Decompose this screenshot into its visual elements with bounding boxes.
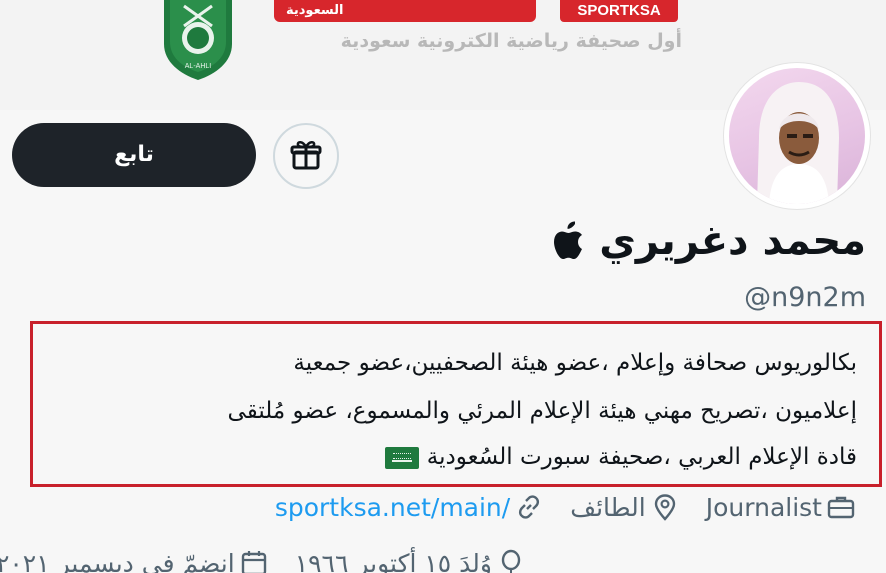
bio-line-1: بكالوريوس صحافة وإعلام ،عضو هيئة الصحفيي…: [293, 350, 857, 376]
club-logo-text: AL-AHLI: [185, 63, 212, 70]
profile-page: AL-AHLI السعودية SPORTKSA أول صحيفة رياض…: [0, 0, 886, 573]
balloon-icon: [501, 549, 521, 573]
gift-icon: [290, 141, 322, 170]
follow-button[interactable]: تابع: [12, 123, 256, 187]
bio-highlight-box: بكالوريوس صحافة وإعلام ،عضو هيئة الصحفيي…: [30, 321, 882, 487]
gift-button[interactable]: [273, 123, 339, 189]
avatar[interactable]: [724, 63, 870, 209]
category-item: Journalist: [706, 492, 856, 522]
website-link[interactable]: sportksa.net/main/: [275, 493, 510, 522]
brand-latin: SPORTKSA: [560, 0, 678, 22]
bio-line-2: إعلاميون ،تصريح مهني هيئة الإعلام المرئي…: [227, 398, 857, 424]
calendar-icon: [241, 551, 266, 573]
name-row: محمد دغريري: [551, 218, 866, 264]
brand-arabic: السعودية: [286, 3, 344, 18]
birthday-item: وُلدَ ١٥ أكتوبر ١٩٦٦: [295, 548, 526, 573]
display-name: محمد دغريري: [599, 218, 866, 264]
profile-dates-row: وُلدَ ١٥ أكتوبر ١٩٦٦ انضمّ في ديسمبر ٢٠٢…: [0, 548, 526, 573]
location-pin-icon: [654, 494, 675, 521]
birthday-text: وُلدَ ١٥ أكتوبر ١٩٦٦: [294, 548, 492, 573]
bio-line-3: قادة الإعلام العربي ،صحيفة سبورت السُعود…: [426, 444, 857, 470]
club-logo: AL-AHLI: [164, 0, 232, 80]
link-icon: [519, 495, 540, 519]
joined-text: انضمّ في ديسمبر ٢٠٢١: [0, 548, 235, 573]
bio-line-3-row: قادة الإعلام العربي ،صحيفة سبورت السُعود…: [377, 444, 857, 470]
website-item[interactable]: sportksa.net/main/: [275, 492, 544, 522]
saudi-flag-icon: [385, 446, 420, 469]
location-text: الطائف: [570, 492, 646, 522]
apple-icon: [554, 221, 583, 259]
location-item: الطائف: [570, 492, 680, 522]
briefcase-icon: [827, 496, 855, 519]
user-handle: @n9n2m: [744, 282, 866, 313]
avatar-photo: [729, 68, 865, 204]
joined-item: انضمّ في ديسمبر ٢٠٢١: [0, 548, 269, 573]
profile-meta-row: Journalist الطائف sportksa.net/main/: [275, 492, 856, 522]
banner-tagline: أول صحيفة رياضية الكترونية سعودية: [340, 30, 682, 52]
category-text: Journalist: [705, 492, 822, 522]
